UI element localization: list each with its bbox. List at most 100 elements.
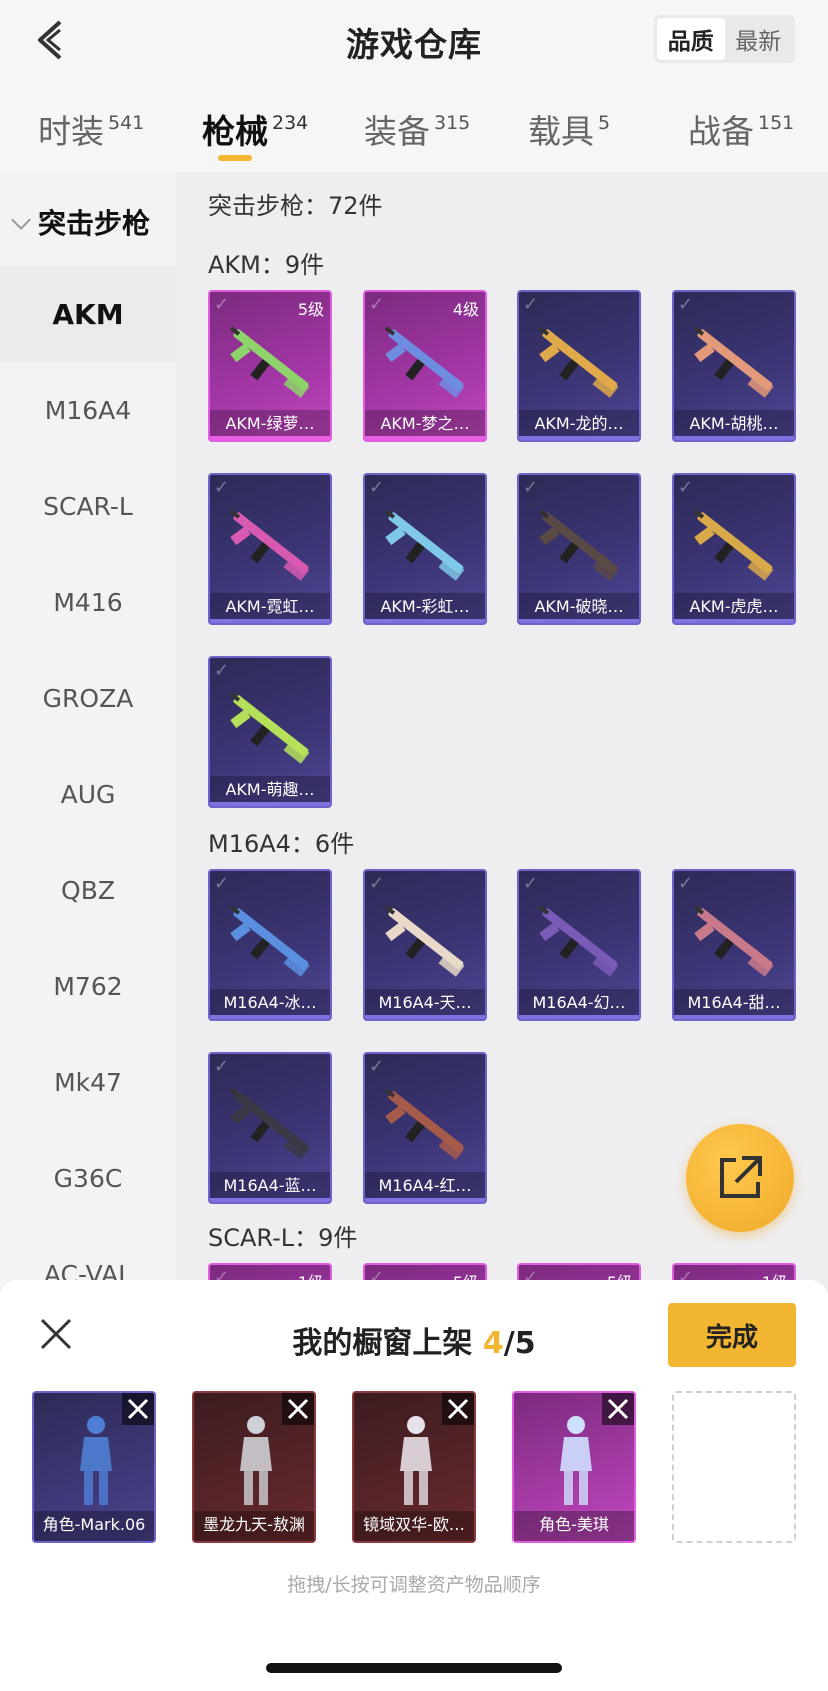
sidebar-item-qbz[interactable]: QBZ [0, 842, 176, 938]
showcase-current-count: 4 [482, 1326, 504, 1361]
remove-button[interactable] [602, 1393, 634, 1425]
showcase-slot[interactable]: 墨龙九天-敖渊 [192, 1391, 316, 1543]
active-tab-indicator [218, 155, 252, 161]
category-tabs: 时装 541 枪械 234 装备 315 载具 5 战备 151 [0, 95, 828, 165]
sidebar-item-m416[interactable]: M416 [0, 554, 176, 650]
character-icon [400, 1416, 432, 1505]
weapon-card[interactable]: ✓ 4级 AKM-梦之… [363, 290, 487, 442]
sidebar-item-m762[interactable]: M762 [0, 938, 176, 1034]
reorder-hint: 拖拽/长按可调整资产物品顺序 [287, 1574, 541, 1596]
weapon-card[interactable]: ✓ 5级 AKM-绿萝… [208, 290, 332, 442]
sidebar-item-m16a4[interactable]: M16A4 [0, 362, 176, 458]
rifle-icon [693, 509, 774, 581]
weapon-name: AKM-萌趣… [210, 776, 330, 806]
tab-outfit[interactable]: 时装 541 [38, 105, 144, 153]
tab-label: 装备 [364, 112, 430, 151]
tab-label: 载具 [528, 112, 594, 151]
rifle-icon [229, 509, 310, 581]
remove-button[interactable] [122, 1393, 154, 1425]
weapon-name: M16A4-红… [365, 1172, 485, 1202]
slot-name: 墨龙九天-敖渊 [194, 1511, 314, 1541]
warehouse-page: 游戏仓库 品质 最新 时装 541 枪械 234 装备 315 载具 5 战备 151 突… [0, 0, 828, 1691]
tab-label: 战备 [688, 112, 754, 151]
weapon-card[interactable]: ✓ AKM-龙的… [517, 290, 641, 442]
rifle-icon [384, 905, 465, 977]
sort-quality-button[interactable]: 品质 [657, 18, 725, 60]
weapon-name: M16A4-冰… [210, 989, 330, 1019]
weapon-name: M16A4-蓝… [210, 1172, 330, 1202]
character-icon [80, 1416, 112, 1505]
weapon-name: AKM-彩虹… [365, 593, 485, 623]
empty-slot[interactable] [672, 1391, 796, 1543]
group-label-scar-l: SCAR-L：9件 [208, 1224, 358, 1252]
sidebar-item-aug[interactable]: AUG [0, 746, 176, 842]
tab-label: 枪械 [202, 112, 268, 151]
sidebar-item-mk47[interactable]: Mk47 [0, 1034, 176, 1130]
weapon-card[interactable]: ✓ M16A4-红… [363, 1052, 487, 1204]
showcase-slot[interactable]: 角色-Mark.06 [32, 1391, 156, 1543]
showcase-slot[interactable]: 镜域双华-欧… [352, 1391, 476, 1543]
chevron-down-icon [11, 210, 31, 230]
rifle-icon [693, 326, 774, 398]
sidebar-category[interactable]: 突击步枪 [11, 202, 151, 242]
done-button[interactable]: 完成 [668, 1303, 796, 1367]
weapon-card[interactable]: ✓ AKM-虎虎… [672, 473, 796, 625]
tab-weapons[interactable]: 枪械 234 [202, 105, 308, 153]
tab-count: 5 [598, 112, 611, 134]
showcase-slot[interactable]: 角色-美琪 [512, 1391, 636, 1543]
tab-label: 时装 [38, 112, 104, 151]
remove-button[interactable] [442, 1393, 474, 1425]
weapon-card[interactable]: ✓ M16A4-甜… [672, 869, 796, 1021]
weapon-card[interactable]: ✓ AKM-胡桃… [672, 290, 796, 442]
remove-icon [127, 1398, 149, 1420]
tab-supplies[interactable]: 战备 151 [688, 105, 794, 153]
share-button[interactable] [686, 1124, 794, 1232]
rifle-icon [229, 692, 310, 764]
weapon-card[interactable]: ✓ M16A4-天… [363, 869, 487, 1021]
weapon-card[interactable]: ✓ M16A4-冰… [208, 869, 332, 1021]
rifle-icon [229, 905, 310, 977]
weapon-name: AKM-霓虹… [210, 593, 330, 623]
weapon-card[interactable]: ✓ AKM-彩虹… [363, 473, 487, 625]
weapon-name: M16A4-幻… [519, 989, 639, 1019]
sidebar-item-scar-l[interactable]: SCAR-L [0, 458, 176, 554]
sidebar-item-groza[interactable]: GROZA [0, 650, 176, 746]
sort-latest-button[interactable]: 最新 [725, 18, 793, 60]
slot-name: 镜域双华-欧… [354, 1511, 474, 1541]
weapon-name: AKM-龙的… [519, 410, 639, 440]
rifle-icon [384, 1088, 465, 1160]
weapon-card[interactable]: ✓ AKM-萌趣… [208, 656, 332, 808]
tab-equipment[interactable]: 装备 315 [364, 105, 470, 153]
weapon-card[interactable]: ✓ AKM-霓虹… [208, 473, 332, 625]
tab-count: 151 [758, 112, 795, 134]
share-icon [720, 1156, 762, 1198]
weapon-card[interactable]: ✓ M16A4-蓝… [208, 1052, 332, 1204]
rifle-icon [229, 1088, 310, 1160]
showcase-title-text: 我的橱窗上架 [292, 1326, 483, 1361]
summary-label: 突击步枪：72件 [208, 192, 383, 220]
weapon-name: AKM-绿萝… [210, 410, 330, 440]
weapon-card[interactable]: ✓ AKM-破晓… [517, 473, 641, 625]
character-icon [560, 1416, 592, 1505]
tab-count: 315 [434, 112, 471, 134]
weapon-name: AKM-虎虎… [674, 593, 794, 623]
remove-button[interactable] [282, 1393, 314, 1425]
weapon-name: M16A4-天… [365, 989, 485, 1019]
group-label-akm: AKM：9件 [208, 251, 325, 279]
weapon-name: AKM-梦之… [365, 410, 485, 440]
group-label-m16a4: M16A4：6件 [208, 830, 355, 858]
slot-name: 角色-美琪 [514, 1511, 634, 1541]
sidebar-item-akm[interactable]: AKM [0, 266, 176, 362]
home-indicator [266, 1663, 562, 1673]
sidebar-category-label: 突击步枪 [38, 207, 151, 240]
rifle-icon [538, 326, 619, 398]
showcase-sheet: 我的橱窗上架 4/5 完成 角色-Mark.06 墨龙九天-敖渊 镜域双华-欧… 角色… [0, 1280, 828, 1691]
weapon-card[interactable]: ✓ M16A4-幻… [517, 869, 641, 1021]
weapon-name: M16A4-甜… [674, 989, 794, 1019]
remove-icon [447, 1398, 469, 1420]
remove-icon [607, 1398, 629, 1420]
character-icon [240, 1416, 272, 1505]
tab-vehicles[interactable]: 载具 5 [528, 105, 610, 153]
sidebar-item-g36c[interactable]: G36C [0, 1130, 176, 1226]
header: 游戏仓库 品质 最新 [0, 0, 828, 80]
